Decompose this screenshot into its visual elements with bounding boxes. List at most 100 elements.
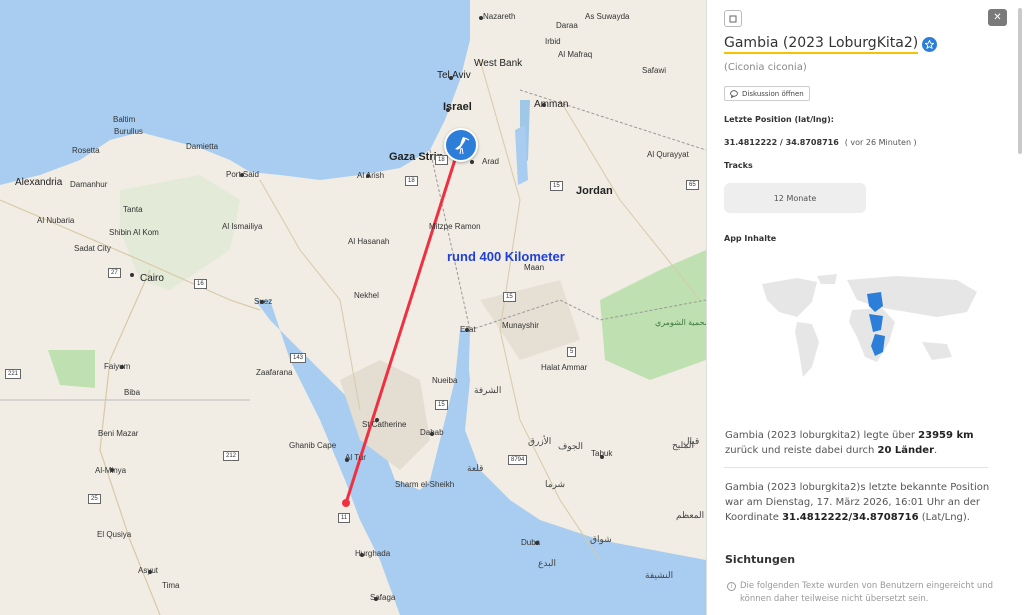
city-dot [479,16,483,20]
road-shield-r65: 65 [686,180,699,190]
place-label-damietta: Damietta [186,142,219,151]
coords-row: 31.4812222 / 34.8708716 ( vor 26 Minuten … [724,138,917,147]
city-dot [360,553,364,557]
chat-icon [730,89,738,98]
city-dot [430,432,434,436]
place-label-tima: Tima [162,581,180,590]
city-dot [374,597,378,601]
place-label-irbid: Irbid [545,37,561,46]
para2-text-b: (Lat/Lng). [918,512,970,523]
coords-value: 31.4812222 / 34.8708716 [724,138,839,147]
place-label-ar-7: شواق [590,534,612,544]
place-label-ar-4: قلعة [467,463,484,473]
place-label-ar-6: المعظم [676,510,705,520]
place-label-ar-9: البدع [538,558,557,568]
city-dot [240,173,244,177]
expand-button[interactable] [724,10,742,27]
place-label-ar-3: الجوف [558,441,584,451]
city-dot [130,273,134,277]
city-dot [542,103,546,107]
place-label-el-qusiya: El Qusiya [97,530,132,539]
place-label-west-bank: West Bank [474,58,523,69]
place-label-green-label: محمية الشومري [655,318,706,327]
place-label-munayshir: Munayshir [502,321,539,330]
city-dot [470,160,474,164]
road-shield-r143: 143 [290,353,307,363]
place-label-damanhur: Damanhur [70,180,108,189]
place-label-ar-5: شرما [545,479,566,489]
road-shield-r212: 212 [223,451,240,461]
city-dot [366,174,370,178]
place-label-ghanib: Ghanib Cape [289,441,337,450]
place-label-beni-mazar: Beni Mazar [98,429,139,438]
tracks-12-months-button[interactable]: 12 Monate [724,183,866,213]
tracks-label: Tracks [724,161,753,170]
distance-paragraph: Gambia (2023 loburgkita2) legte über 239… [725,428,995,458]
road-shield-r8794: 8794 [508,455,528,465]
bird-title: Gambia (2023 LoburgKita2) [724,35,919,54]
road-shield-r11: 11 [338,513,351,523]
place-label-burullus: Burullus [114,127,143,136]
para2-coord: 31.4812222/34.8708716 [782,512,919,523]
app-content-label: App Inhalte [724,234,777,243]
road-shield-r15b: 15 [503,292,516,302]
sightings-heading: Sichtungen [725,553,796,566]
road-shield-r221: 221 [5,369,22,379]
divider [724,467,988,468]
discussion-button[interactable]: Diskussion öffnen [724,86,810,101]
para1-text-a: Gambia (2023 loburgkita2) legte über [725,430,919,441]
place-label-sadat: Sadat City [74,244,111,253]
city-dot [449,76,453,80]
para1-text-c: . [934,445,938,456]
translation-note: i Die folgenden Texte wurden von Benutze… [727,580,997,606]
last-position-paragraph: Gambia (2023 loburgkita2)s letzte bekann… [725,480,995,525]
road-shield-r27: 27 [108,268,121,278]
place-label-al-ismailiya: Al Ismailiya [222,222,263,231]
place-label-al-hasanah: Al Hasanah [348,237,390,246]
countries-count: 20 Länder [877,445,935,456]
road-shield-r15c: 15 [435,400,448,410]
world-countries-map [762,274,977,377]
place-label-maan: Maan [524,263,545,272]
close-button[interactable]: ✕ [988,9,1007,26]
place-label-mitzpe: Mitzpe Ramon [429,222,481,231]
place-label-safawi: Safawi [642,66,667,75]
square-icon [729,15,737,22]
map-base [0,0,706,615]
place-label-st-catherine: St Catherine [362,420,407,429]
city-dot [465,328,469,332]
distance-label: rund 400 Kilometer [447,249,565,264]
place-label-zaafarana: Zaafarana [256,368,293,377]
place-label-ar-2: الأزرق [528,436,552,446]
favorite-star-icon[interactable] [922,37,938,52]
place-label-cairo: Cairo [140,273,164,284]
place-label-al-mafraq: Al Mafraq [558,50,593,59]
city-dot [600,455,604,459]
place-label-al-arish: Al Arish [357,171,385,180]
discussion-label: Diskussion öffnen [742,89,804,98]
bird-info-panel: ✕ Gambia (2023 LoburgKita2) (Ciconia cic… [706,0,1024,615]
latin-name: (Ciconia ciconia) [724,62,807,73]
place-label-arad: Arad [482,157,499,166]
info-icon: i [727,582,736,591]
city-dot [345,458,349,462]
city-dot [148,570,152,574]
panel-scrollbar[interactable] [1018,8,1022,154]
place-label-tel-aviv: Tel Aviv [437,70,471,81]
place-label-sharm: Sharm el-Sheikh [395,480,455,489]
place-label-amman: Amman [534,99,569,110]
coords-ago: ( vor 26 Minuten ) [844,138,917,147]
road-shield-r25: 25 [88,494,101,504]
map-view[interactable]: Nazareth Daraa As Suwayda Irbid Al Mafraq Tel… [0,0,706,615]
place-label-jordan: Jordan [576,185,613,197]
city-dot [260,300,264,304]
total-km: 23959 km [918,430,974,441]
place-label-ar-11: قيال [683,436,700,446]
place-label-faiyum: Faiyum [104,362,131,371]
place-label-ar-1: الشرفة [474,385,502,395]
road-shield-r16: 16 [194,279,207,289]
stork-marker[interactable] [444,128,478,162]
place-label-rosetta: Rosetta [72,146,100,155]
city-dot [446,108,450,112]
city-dot [375,418,379,422]
